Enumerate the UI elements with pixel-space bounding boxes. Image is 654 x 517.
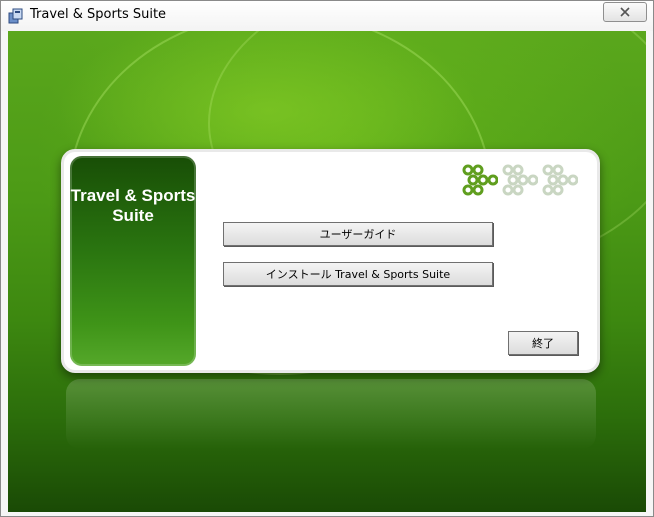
step-icon bbox=[542, 164, 578, 196]
step-icon bbox=[502, 164, 538, 196]
installer-content: Travel & Sports Suite ユーザーガイド インストール Tra… bbox=[8, 31, 646, 512]
exit-button[interactable]: 終了 bbox=[508, 331, 578, 355]
install-button[interactable]: インストール Travel & Sports Suite bbox=[223, 262, 493, 286]
panel-reflection bbox=[66, 379, 596, 449]
close-button[interactable] bbox=[603, 2, 647, 22]
user-guide-button[interactable]: ユーザーガイド bbox=[223, 222, 493, 246]
close-icon bbox=[620, 7, 630, 17]
product-title: Travel & Sports Suite bbox=[70, 186, 196, 225]
menu-panel: Travel & Sports Suite ユーザーガイド インストール Tra… bbox=[61, 149, 600, 373]
step-icon-active bbox=[462, 164, 498, 196]
app-icon bbox=[8, 8, 23, 24]
title-bar: Travel & Sports Suite bbox=[1, 1, 653, 31]
window-title: Travel & Sports Suite bbox=[30, 7, 167, 22]
installer-window: Travel & Sports Suite Travel & Sports Su… bbox=[0, 0, 654, 517]
product-banner: Travel & Sports Suite bbox=[70, 156, 196, 366]
